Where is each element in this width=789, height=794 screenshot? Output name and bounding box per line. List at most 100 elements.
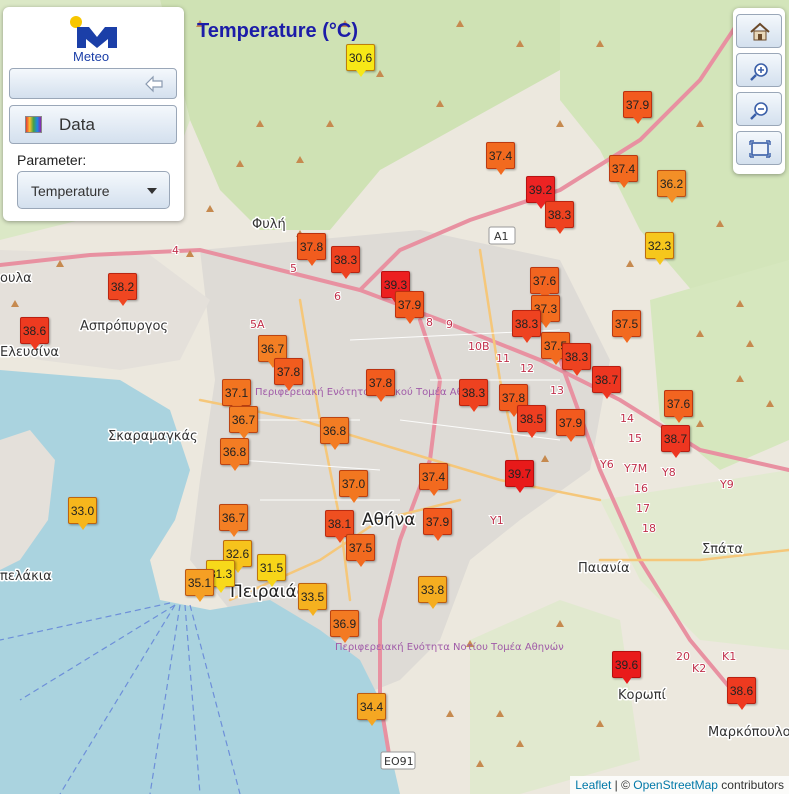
temperature-marker[interactable]: 36.9 (330, 610, 359, 643)
temperature-marker[interactable]: 36.7 (229, 406, 258, 439)
home-icon (750, 22, 770, 41)
place-label: Σκαραμαγκάς (108, 429, 198, 444)
road-number: 5 (290, 262, 297, 275)
temperature-marker[interactable]: 30.6 (346, 44, 375, 77)
meteo-logo: Meteo (69, 15, 125, 65)
road-number: K1 (722, 650, 736, 663)
temperature-marker[interactable]: 37.9 (423, 508, 452, 541)
road-number: Y7M (623, 462, 647, 475)
place-label: Σπάτα (702, 542, 743, 557)
road-number: K2 (692, 662, 706, 675)
place-label: Φυλή (252, 217, 286, 232)
temperature-marker[interactable]: 31.5 (257, 554, 286, 587)
temperature-marker[interactable]: 38.3 (512, 310, 541, 343)
temperature-marker[interactable]: 33.8 (418, 576, 447, 609)
road-number: Y8 (661, 466, 676, 479)
place-label: Ασπρόπυργος (80, 319, 168, 334)
temperature-marker[interactable]: 32.3 (645, 232, 674, 265)
road-shield-eo91: ΕΟ91 (384, 755, 414, 768)
road-number: 11 (496, 352, 510, 365)
logo-text: Meteo (73, 49, 110, 64)
temperature-marker[interactable]: 37.9 (556, 409, 585, 442)
zoom-in-icon (750, 63, 768, 81)
road-number: 10B (468, 340, 490, 353)
temperature-marker[interactable]: 37.1 (222, 379, 251, 412)
attribution-tail: contributors (717, 778, 784, 792)
temperature-marker[interactable]: 37.6 (530, 267, 559, 300)
temperature-marker[interactable]: 38.6 (727, 677, 756, 710)
temperature-marker[interactable]: 38.3 (545, 201, 574, 234)
road-number: 5A (250, 318, 265, 331)
parameter-select[interactable]: Temperature (17, 171, 170, 209)
fullscreen-icon (749, 140, 771, 158)
parameter-select-value: Temperature (31, 183, 110, 199)
map-attribution: Leaflet | © OpenStreetMap contributors (570, 776, 789, 794)
temperature-marker[interactable]: 37.8 (366, 369, 395, 402)
road-number: 20 (676, 650, 690, 663)
temperature-marker[interactable]: 37.9 (395, 291, 424, 324)
temperature-marker[interactable]: 36.7 (219, 504, 248, 537)
temperature-marker[interactable]: 33.0 (68, 497, 97, 530)
road-number: 17 (636, 502, 650, 515)
zoom-controls (733, 8, 785, 174)
temperature-marker[interactable]: 33.5 (298, 583, 327, 616)
place-label: ουλα (0, 271, 32, 286)
road-shield-a1: A1 (494, 230, 509, 243)
temperature-marker[interactable]: 39.7 (505, 460, 534, 493)
road-number: 4 (172, 244, 179, 257)
region-label: Περιφερειακή Ενότητα Νοτίου Τομέα Αθηνών (335, 641, 564, 653)
temperature-marker[interactable]: 39.6 (612, 651, 641, 684)
temperature-marker[interactable]: 37.9 (623, 91, 652, 124)
temperature-marker[interactable]: 37.6 (664, 390, 693, 423)
temperature-marker[interactable]: 36.8 (220, 438, 249, 471)
temperature-marker[interactable]: 38.3 (331, 246, 360, 279)
temperature-marker[interactable]: 35.1 (185, 569, 214, 602)
map-title: Temperature (°C) (197, 20, 358, 42)
caret-down-icon (147, 188, 157, 194)
fullscreen-button[interactable] (736, 131, 782, 165)
road-number: 8 (426, 316, 433, 329)
temperature-marker[interactable]: 37.8 (297, 233, 326, 266)
temperature-marker[interactable]: 38.7 (661, 425, 690, 458)
temperature-marker[interactable]: 36.8 (320, 417, 349, 450)
map-view[interactable]: Φυλή Ασπρόπυργος Ελευσίνα Σκαραμαγκάς Αθ… (0, 0, 789, 794)
parameter-label: Parameter: (17, 152, 87, 168)
collapse-panel-button[interactable] (9, 68, 177, 99)
temperature-marker[interactable]: 38.3 (562, 343, 591, 376)
temperature-marker[interactable]: 38.3 (459, 379, 488, 412)
temperature-marker[interactable]: 37.4 (609, 155, 638, 188)
place-label: πελάκια (0, 569, 52, 584)
color-scale-icon (25, 116, 42, 133)
road-number: Y6 (599, 458, 614, 471)
temperature-marker[interactable]: 38.2 (108, 273, 137, 306)
arrow-left-icon (145, 75, 163, 93)
zoom-out-icon (750, 102, 768, 120)
home-button[interactable] (736, 14, 782, 48)
data-button[interactable]: Data (9, 105, 177, 144)
zoom-out-button[interactable] (736, 92, 782, 126)
temperature-marker[interactable]: 37.4 (486, 142, 515, 175)
control-panel: Meteo Data Parameter: Temperature (3, 7, 184, 221)
temperature-marker[interactable]: 37.0 (339, 470, 368, 503)
temperature-marker[interactable]: 37.5 (346, 534, 375, 567)
place-label: Κορωπί (618, 688, 666, 703)
temperature-marker[interactable]: 39.2 (526, 176, 555, 209)
temperature-marker[interactable]: 38.5 (517, 405, 546, 438)
place-label: Αθήνα (362, 510, 416, 530)
temperature-marker[interactable]: 34.4 (357, 693, 386, 726)
temperature-marker[interactable]: 36.2 (657, 170, 686, 203)
temperature-marker[interactable]: 37.4 (419, 463, 448, 496)
road-number: 9 (446, 318, 453, 331)
temperature-marker[interactable]: 38.7 (592, 366, 621, 399)
road-number: 18 (642, 522, 656, 535)
zoom-in-button[interactable] (736, 53, 782, 87)
attribution-separator: | © (611, 778, 634, 792)
road-number: 14 (620, 412, 634, 425)
temperature-marker[interactable]: 38.6 (20, 317, 49, 350)
leaflet-link[interactable]: Leaflet (575, 778, 611, 792)
temperature-marker[interactable]: 37.8 (274, 358, 303, 391)
temperature-marker[interactable]: 37.5 (612, 310, 641, 343)
road-number: 16 (634, 482, 648, 495)
osm-link[interactable]: OpenStreetMap (633, 778, 718, 792)
temperature-marker[interactable]: 38.1 (325, 510, 354, 543)
